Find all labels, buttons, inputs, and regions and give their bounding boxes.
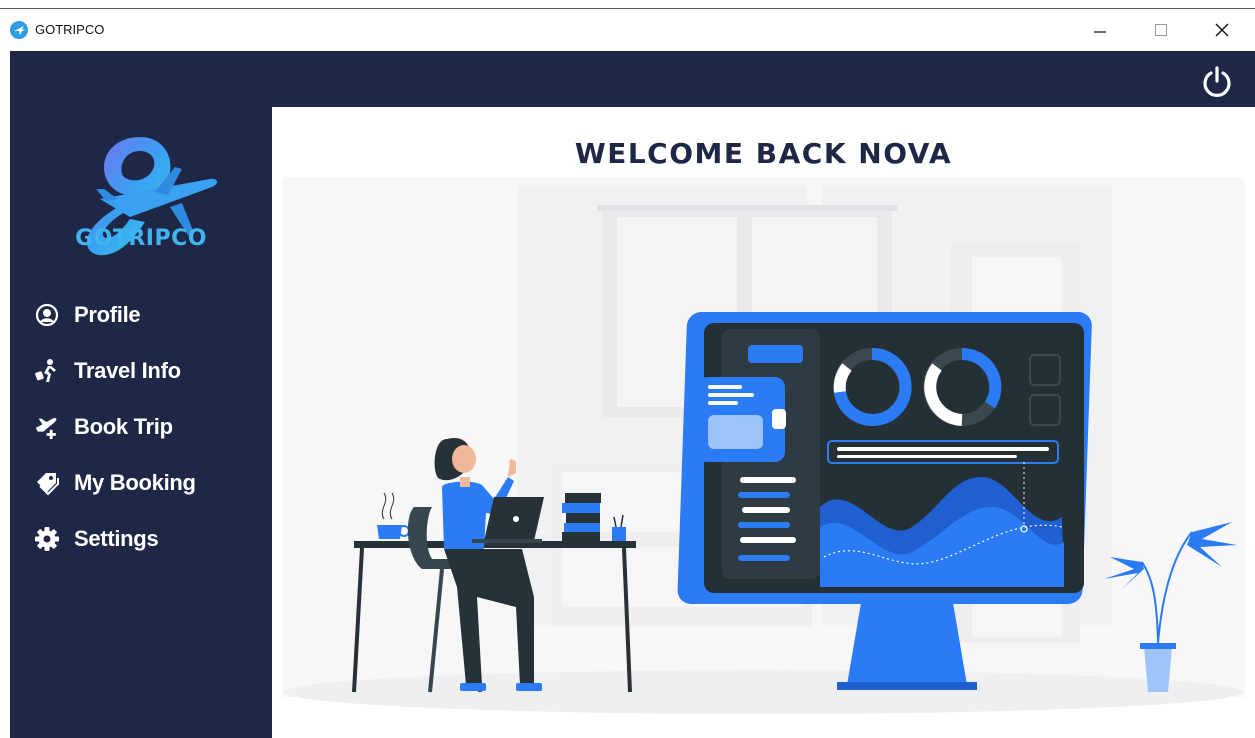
gear-icon: [34, 526, 60, 552]
nav-item-settings[interactable]: Settings: [10, 511, 272, 567]
header-bar: [10, 51, 1255, 107]
window-titlebar: GOTRIPCO: [0, 8, 1255, 51]
traveler-icon: [34, 358, 60, 384]
user-circle-icon: [34, 302, 60, 328]
nav-label-book-trip: Book Trip: [74, 414, 173, 439]
nav-label-travel-info: Travel Info: [74, 358, 181, 383]
airplane-logo-icon: [60, 137, 225, 297]
maximize-button[interactable]: [1138, 13, 1184, 47]
window-title: GOTRIPCO: [35, 22, 105, 37]
tags-icon: [34, 470, 60, 496]
nav-item-travel-info[interactable]: Travel Info: [10, 343, 272, 399]
nav-item-my-booking[interactable]: My Booking: [10, 455, 272, 511]
workspace-illustration: [272, 177, 1255, 738]
app-icon: [10, 21, 28, 39]
nav-label-my-booking: My Booking: [74, 470, 196, 495]
power-icon: [1203, 66, 1231, 97]
welcome-heading: WELCOME BACK NOVA: [574, 137, 953, 170]
power-button[interactable]: [1195, 60, 1239, 104]
minimize-button[interactable]: [1077, 13, 1123, 47]
nav-item-book-trip[interactable]: Book Trip: [10, 399, 272, 455]
logo-text: GOTRIPCO: [75, 226, 207, 251]
sidebar: GOTRIPCO Profile Travel Info Book Trip M…: [10, 107, 272, 738]
nav-item-profile[interactable]: Profile: [10, 287, 272, 343]
main-content: WELCOME BACK NOVA: [272, 107, 1255, 738]
nav-label-profile: Profile: [74, 302, 141, 327]
nav-label-settings: Settings: [74, 526, 159, 551]
sidebar-nav: Profile Travel Info Book Trip My Booking…: [10, 287, 272, 567]
plane-plus-icon: [34, 414, 60, 440]
close-button[interactable]: [1199, 13, 1245, 47]
